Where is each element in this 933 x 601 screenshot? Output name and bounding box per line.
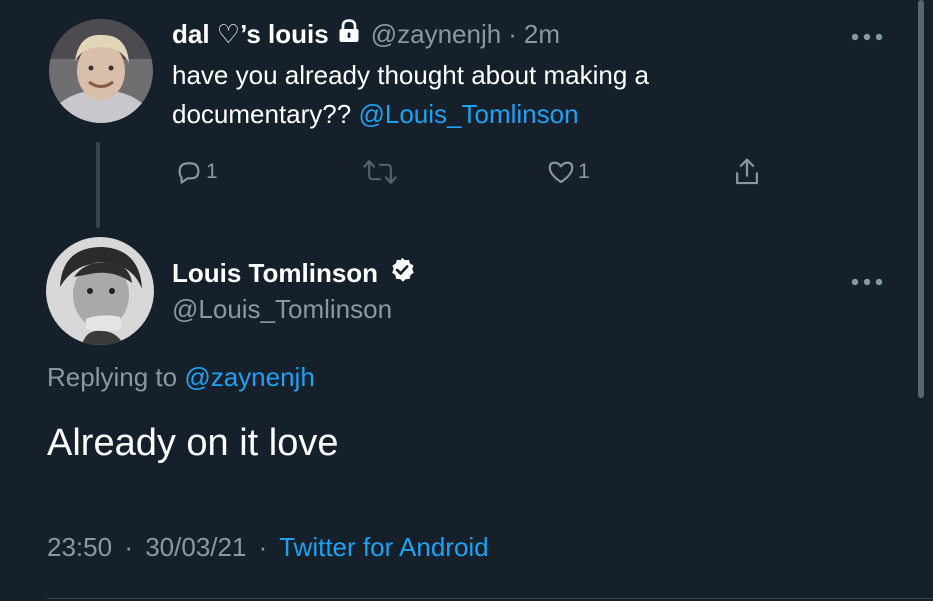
retweet-action[interactable] (362, 154, 398, 190)
main-tweet-text: Already on it love (47, 422, 339, 464)
header-separator: · (508, 18, 517, 49)
meta-separator: · (124, 532, 133, 562)
thread-connector-line (96, 142, 100, 228)
retweet-icon (362, 157, 398, 187)
divider (47, 598, 933, 599)
tweet-date[interactable]: 30/03/21 (145, 532, 246, 562)
heart-icon (546, 157, 576, 187)
avatar-louis-tomlinson[interactable] (46, 237, 154, 345)
mention-link[interactable]: @Louis_Tomlinson (358, 99, 578, 129)
reply-count: 1 (206, 160, 218, 183)
main-author-name[interactable]: Louis Tomlinson (172, 258, 378, 289)
replying-to-handle[interactable]: @zaynenjh (184, 362, 314, 392)
tweet-metadata: 23:50 · 30/03/21 · Twitter for Android (47, 532, 489, 563)
lock-icon (338, 18, 360, 50)
avatar-zaynenjh[interactable] (49, 19, 153, 123)
reply-tweet-text: have you already thought about making a … (172, 56, 832, 134)
reply-timestamp[interactable]: 2m (524, 19, 560, 50)
verified-badge-icon (388, 256, 416, 291)
more-options-icon[interactable] (850, 24, 884, 46)
share-action[interactable] (732, 154, 762, 190)
replying-to-line: Replying to @zaynenjh (47, 362, 315, 393)
main-author-row: Louis Tomlinson (172, 254, 416, 292)
reply-tweet-header: dal ♡’s louis @zaynenjh · 2m (172, 14, 560, 54)
meta-separator: · (258, 532, 268, 562)
like-action[interactable]: 1 (546, 154, 590, 190)
share-icon (732, 156, 762, 188)
scrollbar-thumb[interactable] (918, 0, 924, 398)
more-options-icon[interactable] (850, 269, 884, 291)
replying-prefix: Replying to (47, 362, 178, 392)
like-count: 1 (578, 160, 590, 183)
reply-author-handle[interactable]: @zaynenjh (371, 19, 501, 50)
comment-icon (174, 157, 204, 187)
reply-action[interactable]: 1 (174, 154, 218, 190)
main-author-handle[interactable]: @Louis_Tomlinson (172, 294, 392, 325)
tweet-source-link[interactable]: Twitter for Android (279, 532, 489, 562)
tweet-time[interactable]: 23:50 (47, 532, 112, 562)
reply-author-name[interactable]: dal ♡’s louis (172, 19, 329, 50)
